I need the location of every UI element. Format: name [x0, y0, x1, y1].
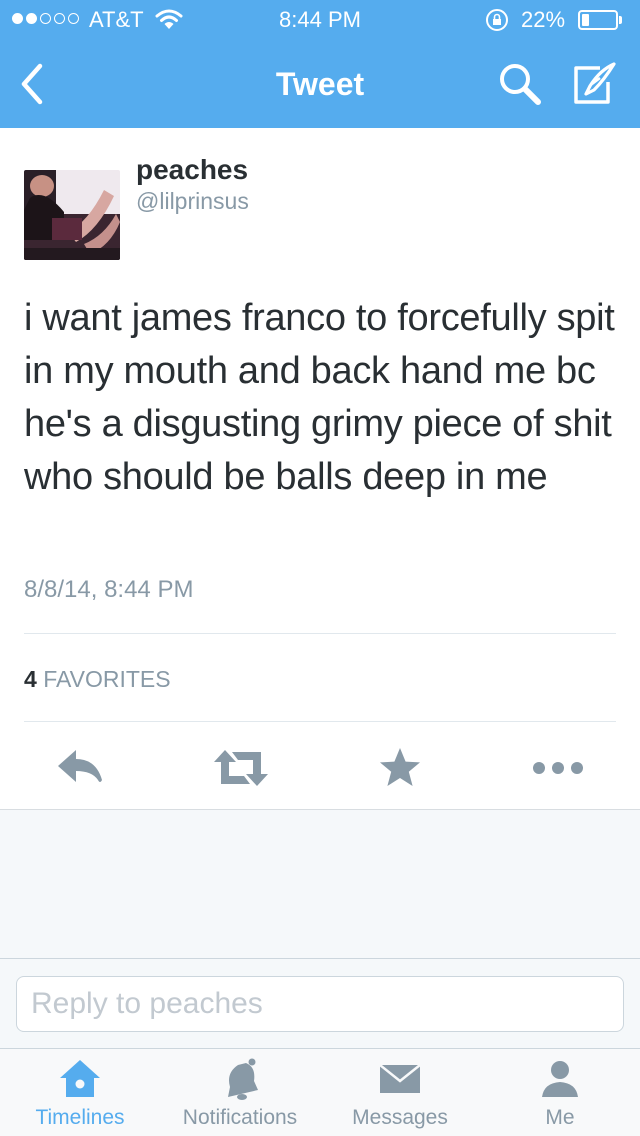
search-icon[interactable] [496, 60, 544, 108]
empty-replies-area [0, 810, 640, 958]
divider [24, 721, 616, 722]
favorites-count[interactable]: 4 FAVORITES [24, 666, 171, 693]
tab-label: Me [545, 1106, 575, 1129]
reply-bar [0, 958, 640, 1048]
tweet-text: i want james franco to forcefully spit i… [24, 297, 615, 498]
page-title: Tweet [275, 66, 365, 102]
retweet-icon[interactable] [212, 746, 270, 790]
tab-timelines[interactable]: Timelines [0, 1049, 160, 1136]
tab-bar: Timelines Notifications Messages Me [0, 1048, 640, 1136]
divider [24, 633, 616, 634]
tab-label: Notifications [182, 1106, 298, 1129]
bell-icon [228, 1058, 258, 1100]
author-name[interactable]: peaches [136, 154, 248, 186]
tab-notifications[interactable]: Notifications [160, 1049, 320, 1136]
envelope-icon [379, 1064, 421, 1093]
favorite-star-icon[interactable] [378, 746, 422, 790]
tab-messages[interactable]: Messages [320, 1049, 480, 1136]
reply-icon[interactable] [54, 746, 106, 790]
tab-label: Messages [352, 1106, 448, 1129]
tab-me[interactable]: Me [480, 1049, 640, 1136]
more-icon[interactable] [530, 746, 586, 790]
favorites-label: FAVORITES [43, 666, 171, 692]
tweet-detail: peaches @lilprinsus i want james franco … [0, 128, 640, 810]
tweet-timestamp: 8/8/14, 8:44 PM [24, 576, 194, 603]
app-header: AT&T 8:44 PM 22% Tweet [0, 0, 640, 128]
favorites-number: 4 [24, 666, 37, 692]
author-handle[interactable]: @lilprinsus [136, 188, 249, 215]
home-icon [60, 1060, 100, 1097]
avatar[interactable] [24, 170, 120, 260]
battery-icon [578, 10, 618, 30]
reply-input[interactable] [16, 976, 624, 1032]
rotation-lock-icon [486, 9, 508, 31]
battery-percentage: 22% [521, 7, 566, 32]
tab-label: Timelines [35, 1106, 125, 1129]
person-icon [542, 1061, 578, 1097]
compose-icon[interactable] [570, 60, 618, 108]
status-bar: AT&T 8:44 PM 22% [0, 0, 640, 40]
